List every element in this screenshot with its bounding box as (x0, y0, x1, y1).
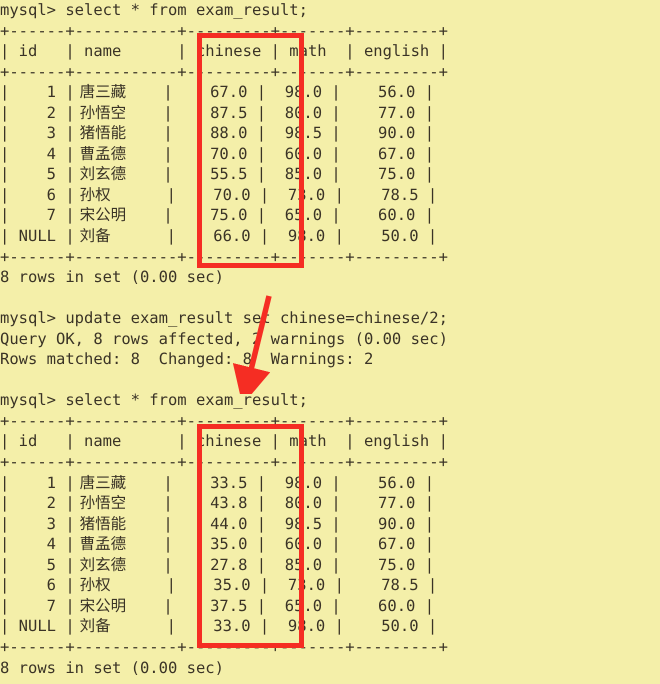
command-select-1: mysql> select * from exam_result; (0, 1, 308, 19)
cell-scores: | 67.0 | 98.0 | 56.0 | (163, 83, 435, 102)
command-select-2: mysql> select * from exam_result; (0, 391, 308, 410)
table-row: | 4 | 曹孟德 | 70.0 | 60.0 | 67.0 | (0, 144, 448, 165)
cell-name: 刘备 (74, 617, 111, 636)
cell-id: | NULL | (0, 227, 75, 246)
cell-id: | 2 | (0, 103, 75, 122)
cell-name-pad (111, 617, 167, 635)
rows-in-set-2: 8 rows in set (0.00 sec) (0, 658, 224, 677)
cell-id: | 5 | (0, 165, 75, 184)
command-update: mysql> update exam_result set chinese=ch… (0, 309, 448, 328)
cell-scores: | 87.5 | 80.0 | 77.0 | (163, 103, 435, 122)
cell-scores: | 55.5 | 85.0 | 75.0 | (163, 165, 435, 184)
cell-id: | 7 | (0, 206, 75, 225)
cell-name: 宋公明 (74, 596, 127, 615)
cell-name-pad (126, 124, 163, 142)
cell-name: 刘备 (74, 227, 111, 246)
table-row: | 5 | 刘玄德 | 27.8 | 85.0 | 75.0 | (0, 555, 448, 576)
cell-name-pad (111, 576, 167, 594)
table-row: | 2 | 孙悟空 | 87.5 | 80.0 | 77.0 | (0, 103, 448, 124)
cell-name-pad (126, 597, 163, 615)
table-header-row: | id | name | chinese | math | english | (0, 42, 448, 61)
table-row: | 1 | 唐三藏 | 67.0 | 98.0 | 56.0 | (0, 82, 448, 103)
console-output: mysql> select * from exam_result; +------… (0, 0, 448, 678)
cell-name-pad (126, 206, 163, 224)
table-row: | 3 | 猪悟能 | 88.0 | 98.5 | 90.0 | (0, 123, 448, 144)
cell-name: 刘玄德 (74, 555, 127, 574)
table-row: | NULL | 刘备 | 66.0 | 98.0 | 50.0 | (0, 226, 448, 247)
cell-scores: | 44.0 | 98.5 | 90.0 | (163, 514, 435, 533)
table-row: | 6 | 孙权 | 70.0 | 73.0 | 78.5 | (0, 185, 448, 206)
mysql-terminal-window: mysql> select * from exam_result; +------… (0, 0, 660, 684)
cell-scores: | 75.0 | 65.0 | 60.0 | (163, 206, 435, 225)
table-row: | 3 | 猪悟能 | 44.0 | 98.5 | 90.0 | (0, 514, 448, 535)
cell-scores: | 66.0 | 98.0 | 50.0 | (166, 227, 438, 246)
cell-scores: | 37.5 | 65.0 | 60.0 | (163, 596, 435, 615)
table-row: | 1 | 唐三藏 | 33.5 | 98.0 | 56.0 | (0, 473, 448, 494)
cell-name: 曹孟德 (74, 535, 127, 554)
cell-scores: | 27.8 | 85.0 | 75.0 | (163, 555, 435, 574)
table-row: | 7 | 宋公明 | 75.0 | 65.0 | 60.0 | (0, 205, 448, 226)
table-separator: +------+-----------+---------+-------+--… (0, 247, 448, 266)
cell-id: | 4 | (0, 535, 75, 554)
cell-name: 宋公明 (74, 206, 127, 225)
cell-name-pad (111, 227, 167, 245)
cell-name: 孙权 (74, 576, 111, 595)
cell-name-pad (126, 474, 163, 492)
cell-scores: | 88.0 | 98.5 | 90.0 | (163, 124, 435, 143)
cell-id: | 6 | (0, 576, 75, 595)
cell-name: 猪悟能 (74, 124, 127, 143)
cell-id: | 7 | (0, 596, 75, 615)
table-row: | 4 | 曹孟德 | 35.0 | 60.0 | 67.0 | (0, 534, 448, 555)
cell-id: | 3 | (0, 124, 75, 143)
cell-name-pad (126, 104, 163, 122)
cell-name-pad (126, 494, 163, 512)
table-row: | 6 | 孙权 | 35.0 | 73.0 | 78.5 | (0, 575, 448, 596)
cell-name: 唐三藏 (74, 83, 127, 102)
table-row: | 7 | 宋公明 | 37.5 | 65.0 | 60.0 | (0, 596, 448, 617)
table-row: | 2 | 孙悟空 | 43.8 | 80.0 | 77.0 | (0, 493, 448, 514)
cell-name-pad (111, 186, 167, 204)
cell-name-pad (126, 535, 163, 553)
cell-name: 孙权 (74, 185, 111, 204)
cell-scores: | 70.0 | 73.0 | 78.5 | (166, 185, 438, 204)
table-separator: +------+-----------+---------+-------+--… (0, 453, 448, 472)
table-separator: +------+-----------+---------+-------+--… (0, 62, 448, 81)
cell-id: | 4 | (0, 144, 75, 163)
cell-name: 孙悟空 (74, 103, 127, 122)
cell-name-pad (126, 556, 163, 574)
cell-scores: | 33.5 | 98.0 | 56.0 | (163, 473, 435, 492)
cell-id: | 1 | (0, 473, 75, 492)
cell-id: | NULL | (0, 617, 75, 636)
cell-id: | 1 | (0, 83, 75, 102)
cell-name-pad (126, 515, 163, 533)
cell-id: | 5 | (0, 555, 75, 574)
table-separator: +------+-----------+---------+-------+--… (0, 21, 448, 40)
rows-in-set-1: 8 rows in set (0.00 sec) (0, 268, 224, 287)
cell-name: 曹孟德 (74, 144, 127, 163)
cell-id: | 3 | (0, 514, 75, 533)
cell-name-pad (126, 83, 163, 101)
update-result-line-2: Rows matched: 8 Changed: 8 Warnings: 2 (0, 350, 374, 369)
cell-name: 孙悟空 (74, 494, 127, 513)
table-row: | 5 | 刘玄德 | 55.5 | 85.0 | 75.0 | (0, 164, 448, 185)
cell-scores: | 43.8 | 80.0 | 77.0 | (163, 494, 435, 513)
cell-name-pad (126, 165, 163, 183)
table-separator: +------+-----------+---------+-------+--… (0, 637, 448, 656)
update-result-line-1: Query OK, 8 rows affected, 2 warnings (0… (0, 329, 448, 348)
cell-name-pad (126, 145, 163, 163)
cell-name: 猪悟能 (74, 514, 127, 533)
table-row: | NULL | 刘备 | 33.0 | 98.0 | 50.0 | (0, 616, 448, 637)
table-separator: +------+-----------+---------+-------+--… (0, 411, 448, 430)
table-header-row: | id | name | chinese | math | english | (0, 432, 448, 451)
cell-scores: | 70.0 | 60.0 | 67.0 | (163, 144, 435, 163)
cell-scores: | 35.0 | 60.0 | 67.0 | (163, 535, 435, 554)
cell-name: 刘玄德 (74, 165, 127, 184)
cell-scores: | 33.0 | 98.0 | 50.0 | (166, 617, 438, 636)
cell-id: | 2 | (0, 494, 75, 513)
cell-id: | 6 | (0, 185, 75, 204)
cell-scores: | 35.0 | 73.0 | 78.5 | (166, 576, 438, 595)
cell-name: 唐三藏 (74, 473, 127, 492)
